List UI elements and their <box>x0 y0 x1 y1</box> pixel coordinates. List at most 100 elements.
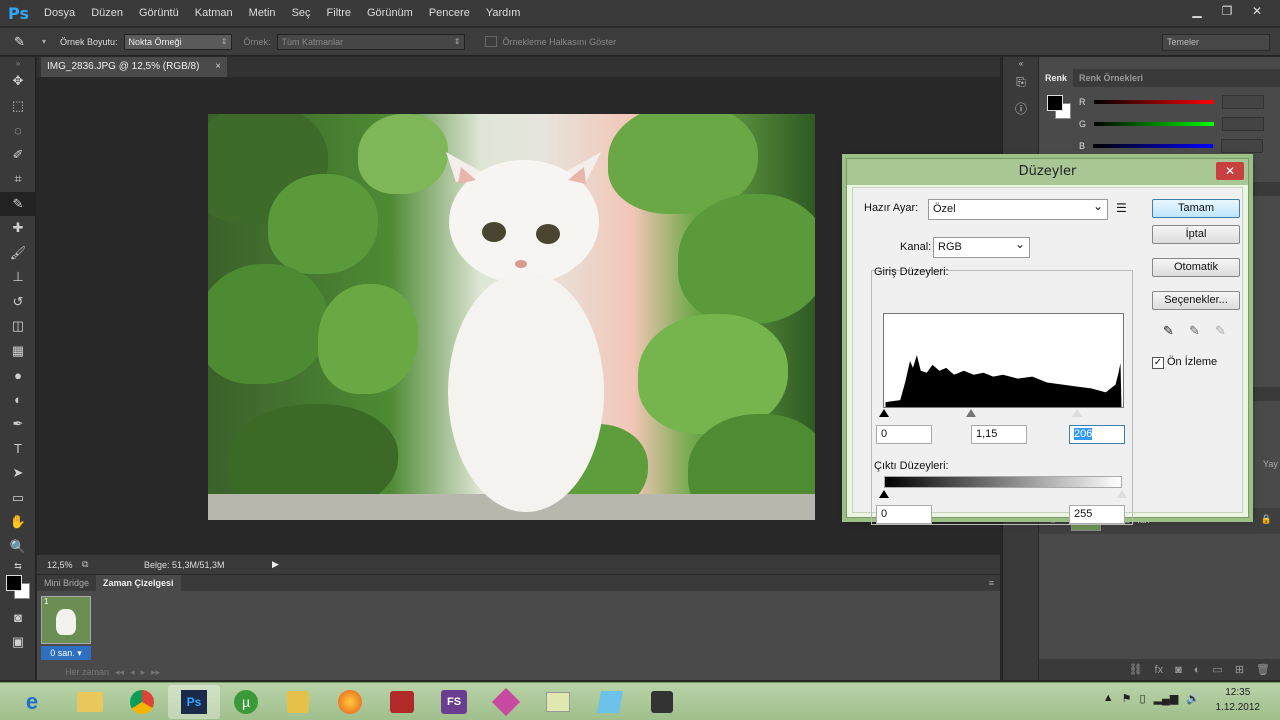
options-button[interactable]: Seçenekler... <box>1152 291 1240 310</box>
new-layer-icon[interactable]: ⊞ <box>1235 663 1244 676</box>
show-hidden-icons-icon[interactable]: ▲ <box>1103 692 1114 705</box>
swap-colors-icon[interactable]: ⇆ <box>0 559 36 573</box>
history-brush-tool-icon[interactable]: ↺ <box>0 290 36 315</box>
link-layers-icon[interactable]: ⛓ <box>1129 663 1143 676</box>
channel-select[interactable]: RGB <box>933 235 1030 258</box>
blur-tool-icon[interactable]: ● <box>0 363 36 388</box>
tab-timeline[interactable]: Zaman Çizelgesi <box>96 575 181 591</box>
preview-checkbox[interactable]: ✓ <box>1152 357 1164 369</box>
ok-button[interactable]: Tamam <box>1152 199 1240 218</box>
workspace-select[interactable]: Temeler <box>1162 34 1270 51</box>
input-gamma-slider[interactable] <box>966 409 976 417</box>
close-document-icon[interactable]: × <box>215 57 221 77</box>
sample-select[interactable]: Tüm Katmanlar <box>276 33 465 50</box>
lasso-tool-icon[interactable]: ◌ <box>0 118 36 143</box>
output-black-slider[interactable] <box>879 490 889 498</box>
quick-mask-icon[interactable]: ◙ <box>0 605 36 630</box>
internet-explorer-icon[interactable]: e <box>0 685 64 719</box>
pen-tool-icon[interactable]: ✒ <box>0 412 36 437</box>
green-value-field[interactable] <box>1222 117 1265 131</box>
menu-view[interactable]: Görünüm <box>359 7 421 19</box>
dodge-tool-icon[interactable]: ◐ <box>0 388 36 413</box>
output-black-field[interactable]: 0 <box>876 505 932 524</box>
file-explorer-icon[interactable] <box>64 685 116 719</box>
adjustment-layer-icon[interactable]: ◐ <box>1194 664 1201 676</box>
panel-foreground-swatch[interactable] <box>1047 95 1063 111</box>
loop-select[interactable]: Her zaman <box>65 667 109 678</box>
notes-app-icon[interactable] <box>532 685 584 719</box>
delete-layer-icon[interactable]: 🗑 <box>1256 663 1270 676</box>
green-slider[interactable] <box>1094 122 1215 126</box>
close-icon[interactable]: ✕ <box>1244 2 1270 20</box>
chrome-icon[interactable] <box>116 685 168 719</box>
auto-button[interactable]: Otomatik <box>1152 258 1240 277</box>
play-icon[interactable]: ▸ <box>141 667 146 678</box>
format-factory-icon[interactable]: FS <box>428 685 480 719</box>
show-ring-checkbox[interactable] <box>484 36 497 47</box>
red-value-field[interactable] <box>1221 95 1264 109</box>
eyedropper-icon[interactable]: ✎ <box>14 34 42 50</box>
gray-eyedropper-icon[interactable]: ✎ <box>1189 323 1200 339</box>
tab-swatches[interactable]: Renk Örnekleri <box>1073 69 1149 87</box>
input-black-field[interactable]: 0 <box>876 425 932 444</box>
input-white-slider[interactable] <box>1072 409 1082 417</box>
output-white-field[interactable]: 255 <box>1069 505 1125 524</box>
flag-icon[interactable]: ⚑ <box>1122 692 1132 705</box>
color-swatches[interactable] <box>0 573 36 605</box>
add-mask-icon[interactable]: ◙ <box>1175 664 1182 676</box>
toolbar-collapse-icon[interactable]: » <box>0 57 36 69</box>
tab-color[interactable]: Renk <box>1039 69 1074 87</box>
panel-menu-icon[interactable]: ≡ <box>989 575 994 591</box>
blue-slider[interactable] <box>1093 144 1214 148</box>
power-icon[interactable]: ▯ <box>1140 692 1146 705</box>
camera-app-icon[interactable] <box>636 685 688 719</box>
next-frame-icon[interactable]: ▸▸ <box>151 667 160 678</box>
sample-size-select[interactable]: Nokta Örneği <box>123 33 232 50</box>
path-select-tool-icon[interactable]: ➤ <box>0 461 36 486</box>
input-white-field[interactable]: 206 <box>1069 425 1125 444</box>
brush-tool-icon[interactable]: 🖌 <box>0 241 36 266</box>
output-white-slider[interactable] <box>1117 490 1127 498</box>
document-tab[interactable]: IMG_2836.JPG @ 12,5% (RGB/8) × <box>41 57 227 77</box>
menu-file[interactable]: Dosya <box>36 7 83 19</box>
healing-brush-tool-icon[interactable]: ✚ <box>0 216 36 241</box>
menu-edit[interactable]: Düzen <box>83 7 131 19</box>
blue-app-icon[interactable] <box>584 685 636 719</box>
utorrent-icon[interactable]: µ <box>220 685 272 719</box>
frame-delay[interactable]: 0 san. ▾ <box>41 646 91 660</box>
animation-frame[interactable]: 1 <box>41 596 91 644</box>
input-black-slider[interactable] <box>879 409 889 417</box>
preset-select[interactable]: Özel <box>928 197 1108 220</box>
info-panel-icon[interactable]: ⓘ <box>1003 95 1039 121</box>
prev-frame-icon[interactable]: ◂ <box>130 667 135 678</box>
gem-app-icon[interactable] <box>480 685 532 719</box>
history-panel-icon[interactable]: ⎘ <box>1003 69 1039 95</box>
hand-tool-icon[interactable]: ✋ <box>0 510 36 535</box>
screen-mode-icon[interactable]: ▣ <box>0 630 36 655</box>
move-tool-icon[interactable]: ✥ <box>0 69 36 94</box>
new-group-icon[interactable]: ▭ <box>1212 663 1222 676</box>
photoshop-taskbar-icon[interactable]: Ps <box>168 684 220 719</box>
preset-options-icon[interactable]: ☰ <box>1116 201 1127 215</box>
menu-filter[interactable]: Filtre <box>319 7 359 19</box>
restore-icon[interactable]: ❐ <box>1214 2 1240 20</box>
menu-image[interactable]: Görüntü <box>131 7 187 19</box>
foreground-color-swatch[interactable] <box>6 575 22 591</box>
blue-value-field[interactable] <box>1221 139 1264 153</box>
menu-select[interactable]: Seç <box>284 7 319 19</box>
tab-mini-bridge[interactable]: Mini Bridge <box>37 575 96 591</box>
menu-window[interactable]: Pencere <box>421 7 478 19</box>
eraser-tool-icon[interactable]: ◫ <box>0 314 36 339</box>
status-menu-arrow-icon[interactable]: ▶ <box>272 559 279 570</box>
input-gamma-field[interactable]: 1,15 <box>971 425 1027 444</box>
first-frame-icon[interactable]: ◂◂ <box>115 667 124 678</box>
network-icon[interactable]: ▂▄▆ <box>1154 692 1179 705</box>
menu-type[interactable]: Metin <box>241 7 284 19</box>
minimize-icon[interactable]: ▁ <box>1184 2 1210 20</box>
taskbar-clock[interactable]: 12:35 1.12.2012 <box>1216 685 1261 715</box>
menu-layer[interactable]: Katman <box>187 7 241 19</box>
shape-tool-icon[interactable]: ▭ <box>0 486 36 511</box>
menu-help[interactable]: Yardım <box>478 7 529 19</box>
marquee-tool-icon[interactable]: ⬚ <box>0 94 36 119</box>
export-icon[interactable]: ⧉ <box>82 559 100 570</box>
